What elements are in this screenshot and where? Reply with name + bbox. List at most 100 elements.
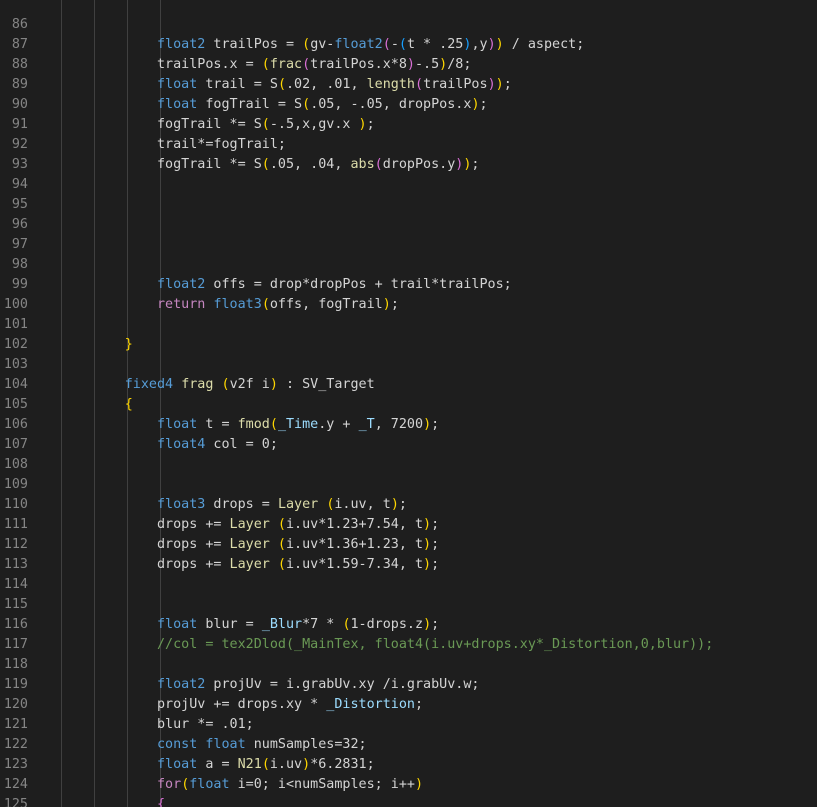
- code-line[interactable]: 93 fogTrail *= S(.05, .04, abs(dropPos.y…: [0, 155, 817, 175]
- code-token: ;: [414, 697, 424, 712]
- code-line[interactable]: [0, 0, 817, 15]
- code-line[interactable]: 123 float a = N21(i.uv)*6.2831;: [0, 755, 817, 775]
- code-token: trail*=fogTrail;: [28, 137, 286, 152]
- line-number: 118: [3, 657, 28, 672]
- code-token: ): [423, 537, 432, 552]
- code-token: ): [390, 497, 399, 512]
- line-number: 95: [11, 197, 28, 212]
- code-line[interactable]: 90 float fogTrail = S(.05, -.05, dropPos…: [0, 95, 817, 115]
- code-line[interactable]: 92 trail*=fogTrail;: [0, 135, 817, 155]
- line-code: float2 offs = drop*dropPos + trail*trail…: [28, 275, 512, 295]
- code-line[interactable]: 95: [0, 195, 817, 215]
- code-line[interactable]: 105 {: [0, 395, 817, 415]
- code-token: ): [487, 77, 496, 92]
- code-line[interactable]: 116 float blur = _Blur*7 * (1-drops.z);: [0, 615, 817, 635]
- line-number: 120: [3, 697, 28, 712]
- code-token: for: [157, 777, 182, 792]
- line-code: [28, 0, 270, 15]
- line-code: float blur = _Blur*7 * (1-drops.z);: [28, 615, 439, 635]
- code-token: float2: [157, 277, 206, 292]
- code-line[interactable]: 100 return float3(offs, fogTrail);: [0, 295, 817, 315]
- code-token: _T: [358, 417, 375, 432]
- code-token: t =: [197, 417, 238, 432]
- code-line[interactable]: 102 }: [0, 335, 817, 355]
- code-line[interactable]: 114: [0, 575, 817, 595]
- line-number: 90: [11, 97, 28, 112]
- code-line[interactable]: 120 projUv += drops.xy * _Distortion;: [0, 695, 817, 715]
- code-token: (: [382, 37, 391, 52]
- code-line[interactable]: 124 for(float i=0; i<numSamples; i++): [0, 775, 817, 795]
- code-line[interactable]: 86: [0, 15, 817, 35]
- code-line[interactable]: 110 float3 drops = Layer (i.uv, t);: [0, 495, 817, 515]
- line-number: 116: [3, 617, 28, 632]
- code-token: ): [382, 297, 391, 312]
- line-code: float t = fmod(_Time.y + _T, 7200);: [28, 415, 439, 435]
- code-line[interactable]: 122 const float numSamples=32;: [0, 735, 817, 755]
- code-line[interactable]: 118: [0, 655, 817, 675]
- code-line[interactable]: 109: [0, 475, 817, 495]
- line-number: 97: [11, 237, 28, 252]
- code-token: *7 *: [302, 617, 343, 632]
- code-line[interactable]: 98: [0, 255, 817, 275]
- code-token: , 7200: [374, 417, 424, 432]
- code-line[interactable]: 103: [0, 355, 817, 375]
- code-line[interactable]: 108: [0, 455, 817, 475]
- code-token: drops +=: [28, 537, 230, 552]
- code-token: float3: [213, 297, 262, 312]
- code-token: ): [415, 777, 424, 792]
- code-token: ): [495, 37, 504, 52]
- code-line[interactable]: 87 float2 trailPos = (gv-float2(-(t * .2…: [0, 35, 817, 55]
- code-token: {: [157, 797, 166, 807]
- code-line[interactable]: 97: [0, 235, 817, 255]
- code-line[interactable]: 106 float t = fmod(_Time.y + _T, 7200);: [0, 415, 817, 435]
- code-line[interactable]: 104 fixed4 frag (v2f i) : SV_Target: [0, 375, 817, 395]
- code-line[interactable]: 107 float4 col = 0;: [0, 435, 817, 455]
- code-line[interactable]: 111 drops += Layer (i.uv*1.23+7.54, t);: [0, 515, 817, 535]
- code-token: trailPos.x*8: [310, 57, 407, 72]
- code-line[interactable]: 89 float trail = S(.02, .01, length(trai…: [0, 75, 817, 95]
- code-token: ;: [431, 617, 440, 632]
- code-token: (: [261, 297, 270, 312]
- code-token: i.uv*1.36+1.23, t: [285, 537, 424, 552]
- code-line[interactable]: 94: [0, 175, 817, 195]
- code-line[interactable]: 125 {: [0, 795, 817, 807]
- code-line[interactable]: 101: [0, 315, 817, 335]
- code-line[interactable]: 121 blur *= .01;: [0, 715, 817, 735]
- code-line[interactable]: 91 fogTrail *= S(-.5,x,gv.x );: [0, 115, 817, 135]
- code-token: _Blur: [261, 617, 303, 632]
- code-line[interactable]: 88 trailPos.x = (frac(trailPos.x*8)-.5)/…: [0, 55, 817, 75]
- code-token: blur *= .01;: [28, 717, 254, 732]
- code-token: ,y: [471, 37, 488, 52]
- code-token: ;: [398, 497, 407, 512]
- code-token: drops =: [205, 497, 278, 512]
- code-editor[interactable]: 86 87 float2 trailPos = (gv-float2(-(t * …: [0, 0, 817, 807]
- code-token: frac: [269, 57, 303, 72]
- code-line[interactable]: 115: [0, 595, 817, 615]
- line-number: 96: [11, 217, 28, 232]
- code-line[interactable]: 96: [0, 215, 817, 235]
- code-token: (: [261, 157, 270, 172]
- code-line[interactable]: 117 //col = tex2Dlod(_MainTex, float4(i.…: [0, 635, 817, 655]
- code-token: trail = S: [197, 77, 278, 92]
- code-token: i.uv*1.59-7.34, t: [285, 557, 424, 572]
- line-number: 102: [3, 337, 28, 352]
- code-line[interactable]: 119 float2 projUv = i.grabUv.xy /i.grabU…: [0, 675, 817, 695]
- code-line[interactable]: 99 float2 offs = drop*dropPos + trail*tr…: [0, 275, 817, 295]
- code-token: //col = tex2Dlod(_MainTex, float4(i.uv+d…: [157, 637, 714, 652]
- code-token: fmod: [237, 417, 270, 432]
- code-line[interactable]: 113 drops += Layer (i.uv*1.59-7.34, t);: [0, 555, 817, 575]
- code-token: float2: [157, 37, 206, 52]
- code-line[interactable]: 112 drops += Layer (i.uv*1.36+1.23, t);: [0, 535, 817, 555]
- line-code: trailPos.x = (frac(trailPos.x*8)-.5)/8;: [28, 55, 471, 75]
- code-token: ): [487, 37, 496, 52]
- code-token: (: [277, 537, 286, 552]
- line-number: 110: [3, 497, 28, 512]
